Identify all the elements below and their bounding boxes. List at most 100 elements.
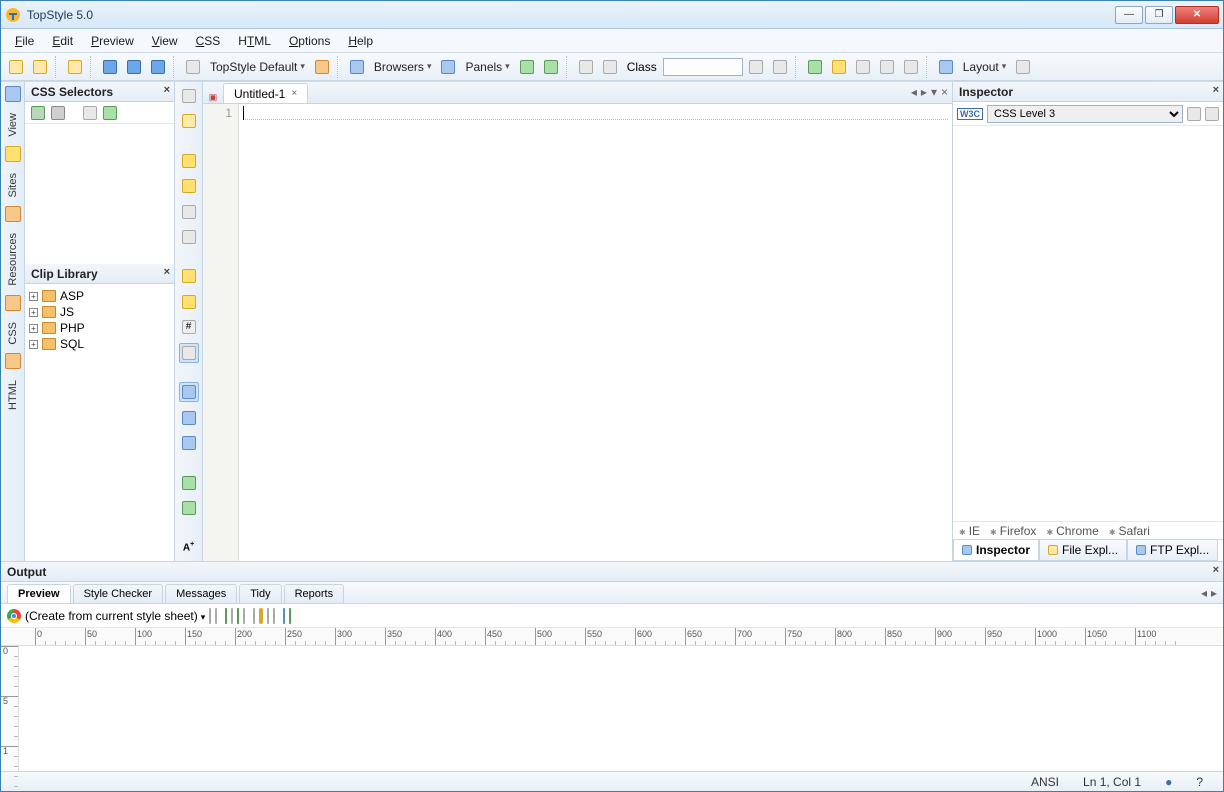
tab-reports[interactable]: Reports [284,584,345,603]
style-apply-button[interactable] [311,56,333,78]
tab-file-explorer[interactable]: File Expl... [1039,540,1127,561]
clip-js[interactable]: +JS [29,304,170,320]
clip-asp[interactable]: +ASP [29,288,170,304]
clip-php[interactable]: +PHP [29,320,170,336]
tab-preview[interactable]: Preview [7,584,71,603]
html-icon[interactable] [5,353,21,369]
opt-button[interactable] [900,56,922,78]
validate-button[interactable] [828,56,850,78]
tab-close-icon[interactable]: × [291,88,297,99]
preview-bug-icon[interactable] [243,609,245,623]
clip-sql[interactable]: +SQL [29,336,170,352]
minimize-button[interactable] [1115,6,1143,24]
wand-button[interactable] [575,56,597,78]
resources-icon[interactable] [5,206,21,222]
tab-ftp-explorer[interactable]: FTP Expl... [1127,540,1218,561]
save-button[interactable] [99,56,121,78]
sites-icon[interactable] [5,146,21,162]
preview-cross-button[interactable] [259,608,263,624]
search-icon[interactable] [5,86,21,102]
settings-button[interactable] [1012,56,1034,78]
editor-tab-untitled[interactable]: Untitled-1 × [223,83,308,103]
save-all-button[interactable] [123,56,145,78]
class-input[interactable] [663,58,743,76]
style-scheme-dropdown[interactable]: TopStyle Default [206,60,309,74]
preview-source-dropdown[interactable]: (Create from current style sheet) [25,609,205,623]
browsers-dropdown[interactable]: Browsers [370,60,436,74]
preview-nav-fwd[interactable] [237,609,239,623]
css-level-dropdown[interactable]: CSS Level 3 [987,105,1183,123]
tab-next-icon[interactable]: ▸ [921,85,927,99]
gutter-highlight-icon[interactable] [179,343,199,363]
gutter-table-icon[interactable] [179,498,199,518]
tag-grey-icon[interactable] [51,106,65,120]
gutter-cols-icon[interactable] [179,433,199,453]
tag-label-icon[interactable] [83,106,97,120]
menu-edit[interactable]: Edit [44,31,81,51]
outtab-next-icon[interactable]: ▸ [1211,586,1217,600]
preview-refresh-button[interactable] [209,609,211,623]
preview-zoom-button[interactable] [273,609,275,623]
menu-view[interactable]: View [144,31,186,51]
menu-css[interactable]: CSS [188,31,229,51]
preview-nav-stop[interactable] [231,609,233,623]
panel-btn-1[interactable] [516,56,538,78]
inspector-btn-2[interactable] [1205,107,1219,121]
status-globe-icon[interactable]: ● [1153,775,1184,789]
tab-html[interactable]: HTML [4,373,22,417]
css-selectors-close[interactable]: × [164,84,170,96]
outtab-prev-icon[interactable]: ◂ [1201,586,1207,600]
save-as-button[interactable] [147,56,169,78]
gutter-indent-icon[interactable] [179,151,199,171]
gutter-link-icon[interactable] [179,267,199,287]
tab-messages[interactable]: Messages [165,584,237,603]
gutter-lines-icon[interactable] [179,408,199,428]
style-icon[interactable] [182,56,204,78]
gutter-edit-icon[interactable] [179,227,199,247]
tab-style-checker[interactable]: Style Checker [73,584,163,603]
editor-body[interactable]: 1 [203,104,952,561]
close-button[interactable] [1175,6,1219,24]
maximize-button[interactable] [1145,6,1173,24]
gutter-doc-icon[interactable] [179,86,199,106]
tab-inspector[interactable]: Inspector [953,540,1039,561]
preview-nav-back[interactable] [225,609,227,623]
code-surface[interactable] [239,104,952,561]
menu-preview[interactable]: Preview [83,31,142,51]
tab-tidy[interactable]: Tidy [239,584,281,603]
class-link-button[interactable] [769,56,791,78]
css-icon[interactable] [5,295,21,311]
layout-dropdown[interactable]: Layout [959,60,1011,74]
status-help[interactable]: ? [1184,775,1215,789]
gutter-box-icon[interactable] [179,382,199,402]
tab-css[interactable]: CSS [4,315,22,352]
gutter-note-icon[interactable] [179,292,199,312]
format-button[interactable] [876,56,898,78]
tab-close-all-icon[interactable]: × [941,85,948,99]
preview-export-button[interactable] [289,609,291,623]
class-apply-button[interactable] [745,56,767,78]
tab-sites[interactable]: Sites [4,166,22,204]
gutter-comment-icon[interactable] [179,202,199,222]
tag-green-icon[interactable] [103,106,117,120]
gutter-outdent-icon[interactable] [179,176,199,196]
preview-canvas[interactable] [19,646,1223,771]
inspector-btn-1[interactable] [1187,107,1201,121]
check-button[interactable] [804,56,826,78]
gutter-open-icon[interactable] [179,112,199,132]
tag-add-icon[interactable] [31,106,45,120]
preview-open-button[interactable] [215,609,217,623]
tab-prev-icon[interactable]: ◂ [911,85,917,99]
panel-btn-2[interactable] [540,56,562,78]
menu-help[interactable]: Help [340,31,381,51]
output-close[interactable]: × [1213,564,1219,576]
new-html-button[interactable] [29,56,51,78]
tab-resources[interactable]: Resources [4,226,22,293]
panels-dropdown[interactable]: Panels [461,60,513,74]
clip-library-close[interactable]: × [164,266,170,278]
inspector-close[interactable]: × [1213,84,1219,96]
preview-grid-button[interactable] [253,609,255,623]
preview-device-button[interactable] [283,609,285,623]
gutter-font-icon[interactable]: A+ [179,538,199,558]
menu-options[interactable]: Options [281,31,338,51]
